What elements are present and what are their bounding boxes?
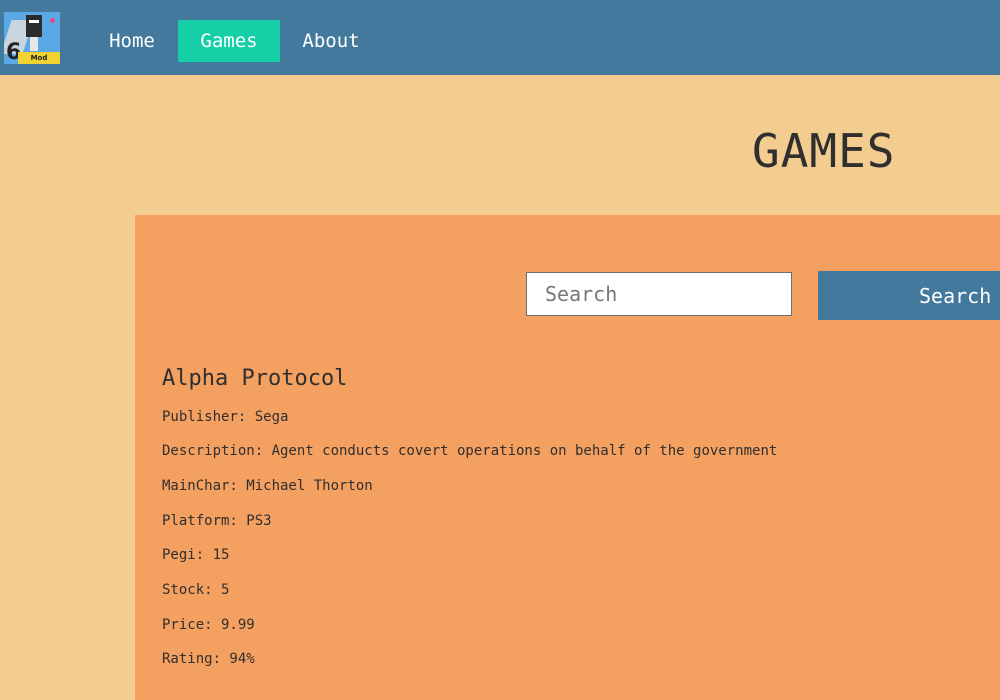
search-button[interactable]: Search	[818, 271, 1000, 320]
game-publisher: Publisher: Sega	[162, 409, 289, 425]
game-stock: Stock: 5	[162, 582, 230, 598]
logo-dot	[50, 18, 55, 23]
logo-robot-body	[30, 37, 38, 51]
game-pegi: Pegi: 15	[162, 547, 230, 563]
search-input[interactable]	[526, 272, 792, 316]
nav-item-home[interactable]: Home	[100, 20, 164, 62]
game-description: Description: Agent conducts covert opera…	[162, 443, 778, 459]
logo-robot-icon	[26, 15, 42, 37]
game-price: Price: 9.99	[162, 617, 255, 633]
page-title: GAMES	[752, 124, 896, 178]
game-main-char: MainChar: Michael Thorton	[162, 478, 373, 494]
game-platform: Platform: PS3	[162, 513, 272, 529]
game-rating: Rating: 94%	[162, 651, 255, 667]
game-title: Alpha Protocol	[162, 366, 348, 391]
nav-item-games[interactable]: Games	[178, 20, 280, 62]
top-navbar: 6 Mod Mark's Home Games About	[0, 0, 1000, 75]
site-logo[interactable]: 6 Mod Mark's	[4, 12, 60, 64]
logo-label: Mod Mark's	[18, 52, 60, 64]
nav-item-about[interactable]: About	[298, 20, 364, 62]
